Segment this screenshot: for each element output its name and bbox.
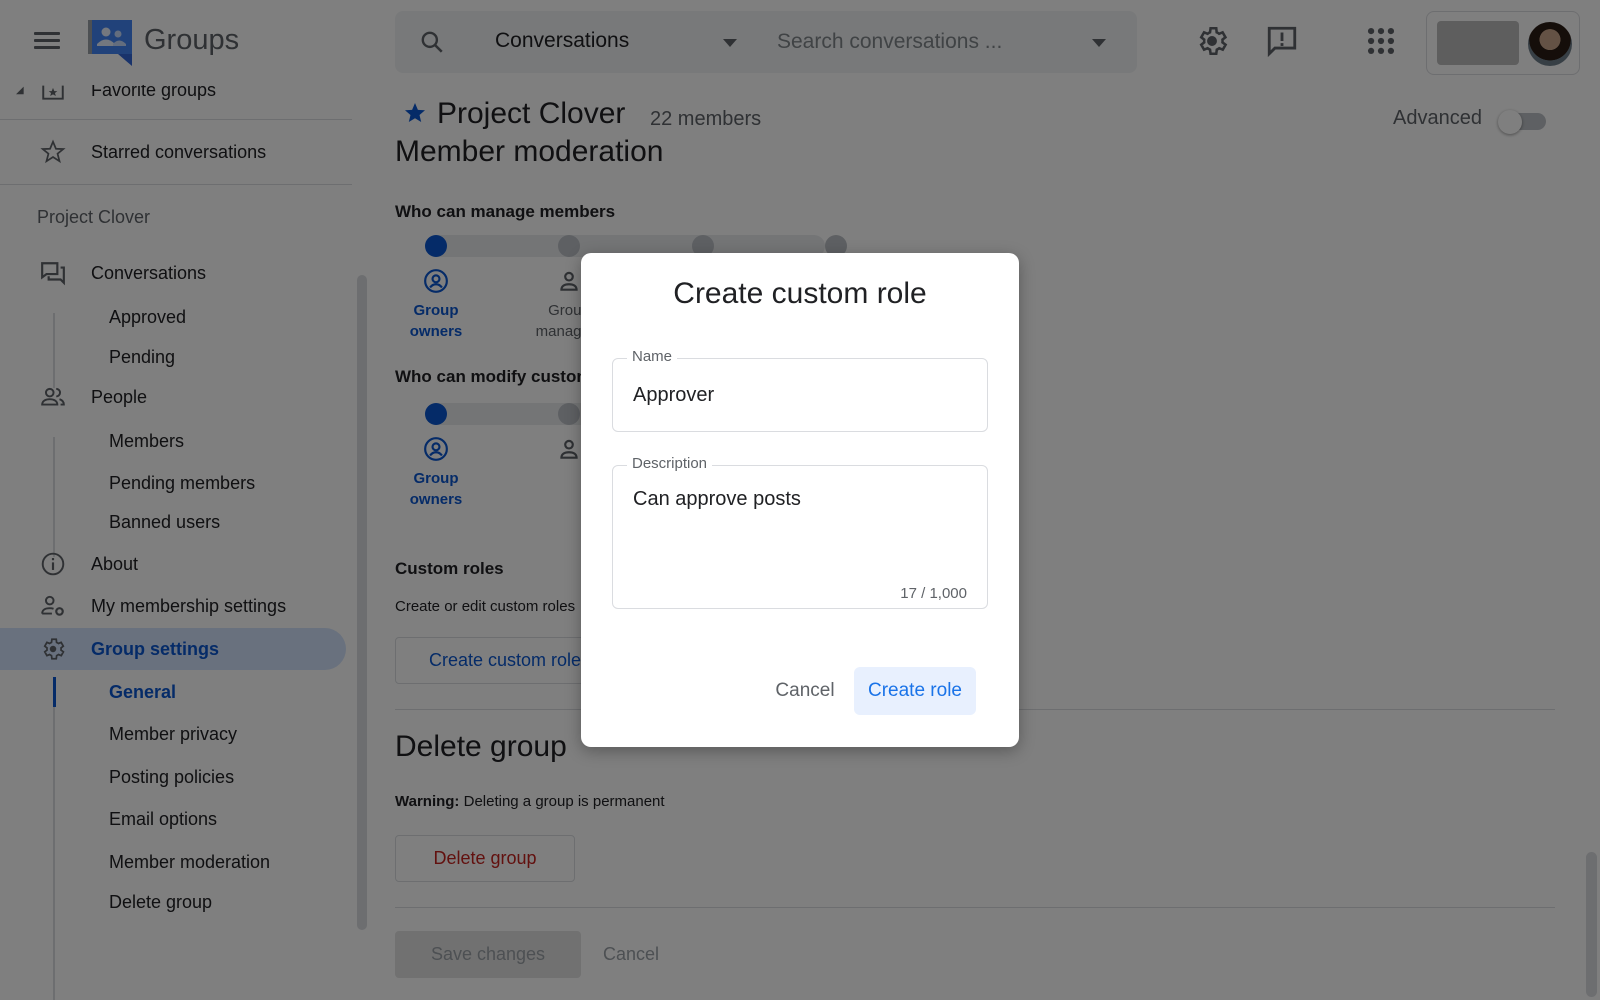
- character-counter: 17 / 1,000: [900, 585, 967, 602]
- name-field: Name: [612, 348, 988, 432]
- create-role-button[interactable]: Create role: [854, 667, 976, 715]
- name-field-label: Name: [627, 348, 678, 365]
- dialog-title: Create custom role: [673, 277, 927, 310]
- description-field-label: Description: [627, 455, 713, 472]
- dialog-cancel-button[interactable]: Cancel: [765, 667, 845, 715]
- name-input[interactable]: [633, 379, 963, 411]
- create-custom-role-dialog: Create custom role Name Description Can …: [581, 253, 1019, 747]
- description-input[interactable]: Can approve posts: [633, 488, 969, 558]
- description-field: Description Can approve posts 17 / 1,000: [612, 455, 988, 609]
